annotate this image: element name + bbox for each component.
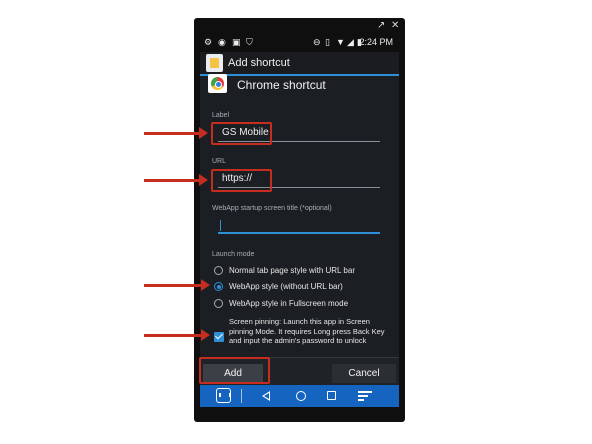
annotation-arrow-url	[144, 174, 208, 186]
radio-label: WebApp style in Fullscreen mode	[229, 299, 349, 308]
radio-button-checked[interactable]	[214, 282, 223, 291]
do-not-disturb-icon: ⊖	[313, 37, 321, 47]
add-shortcut-dialog: Add shortcut Chrome shortcut Label GS Mo…	[200, 52, 399, 407]
annotation-arrow-screen-pinning	[144, 329, 210, 341]
dialog-titlebar: Add shortcut	[200, 52, 399, 74]
shield-icon: ⛉	[246, 37, 253, 47]
nav-divider	[241, 389, 242, 403]
title-divider	[200, 74, 399, 76]
home-icon[interactable]	[296, 391, 306, 401]
gear-icon: ⚙	[204, 37, 213, 47]
navigation-bar	[200, 385, 399, 407]
launch-mode-label: Launch mode	[212, 251, 255, 258]
teamviewer-icon[interactable]	[216, 388, 231, 403]
app-icon	[206, 54, 223, 72]
status-bar: ⚙ ◉ ▣ ⛉ ⊖ ▯ ▼ ◢ ▮ 2:24 PM	[200, 36, 399, 50]
cancel-button[interactable]: Cancel	[332, 364, 396, 383]
radio-button[interactable]	[214, 266, 223, 275]
annotation-arrow-label	[144, 127, 208, 139]
annotation-box-url	[211, 169, 272, 192]
status-time: 2:24 PM	[359, 37, 393, 47]
shortcut-heading: Chrome shortcut	[237, 78, 326, 92]
close-icon[interactable]: ✕	[391, 21, 399, 31]
teamviewer-icon: ▣	[232, 37, 241, 47]
annotation-arrow-webapp-style	[144, 279, 210, 291]
vibrate-icon: ▯	[325, 37, 330, 47]
annotation-box-add-button	[199, 357, 270, 384]
radio-label: Normal tab page style with URL bar	[229, 266, 355, 275]
url-field-label: URL	[212, 158, 227, 165]
radio-button[interactable]	[214, 299, 223, 308]
eye-icon: ◉	[218, 37, 226, 47]
back-icon[interactable]	[262, 391, 270, 401]
screen-pinning-text: Screen pinning: Launch this app in Scree…	[229, 317, 385, 345]
webapp-title-input[interactable]	[218, 218, 380, 234]
signal-icon: ◢	[347, 37, 354, 47]
annotation-box-label	[211, 122, 272, 145]
recents-icon[interactable]	[327, 391, 336, 400]
label-field-label: Label	[212, 112, 230, 119]
wifi-icon: ▼	[336, 37, 345, 47]
window-controls: ↗ ✕	[194, 18, 405, 34]
text-caret	[220, 220, 221, 231]
screen-pinning-checkbox[interactable]	[214, 332, 224, 342]
external-link-icon[interactable]: ↗	[377, 21, 385, 31]
dialog-title: Add shortcut	[228, 57, 290, 69]
radio-label: WebApp style (without URL bar)	[229, 282, 343, 291]
chrome-icon	[208, 74, 227, 93]
menu-icon[interactable]	[358, 391, 372, 401]
webapp-title-field-label: WebApp startup screen title (*optional)	[212, 205, 332, 212]
